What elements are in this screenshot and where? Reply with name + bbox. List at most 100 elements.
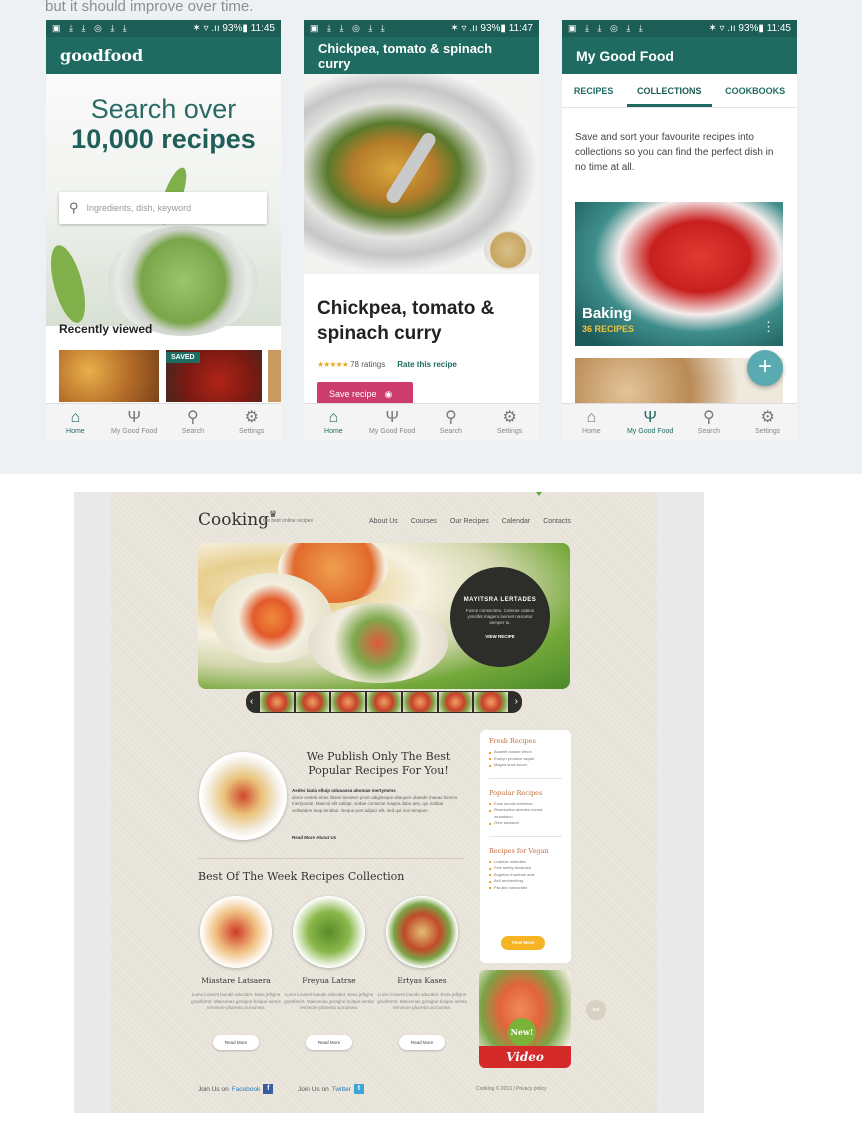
slider-thumbnail[interactable] [331, 692, 366, 712]
recipe-image[interactable] [293, 896, 365, 968]
save-icon: ◉ [384, 388, 393, 399]
chevron-left-icon[interactable]: ‹ [250, 695, 253, 709]
slider-thumbnail[interactable] [402, 692, 437, 712]
phone-home-screen: ▣ ⤓ ⤓ ◎ ⤓ ⤓ ✶ ▿ .ıı 93%▮ 11:45 goodfood … [46, 20, 281, 441]
slider-thumbnail[interactable] [260, 692, 294, 712]
collection-count: 36 RECIPES [582, 324, 635, 334]
battery-indicator: ✶ ▿ .ıı 93%▮ [192, 23, 248, 34]
back-to-top-button[interactable]: top [586, 1000, 606, 1020]
slider-thumbnail[interactable] [474, 692, 509, 712]
read-more-button[interactable]: Read More [306, 1035, 352, 1050]
twitter-link[interactable]: Twitter [332, 1086, 351, 1093]
cutlery-icon: Ψ [385, 409, 399, 426]
nav-search[interactable]: ⚲ Search [164, 404, 223, 441]
facebook-link[interactable]: Facebook [232, 1086, 261, 1093]
slider-thumbnail[interactable] [295, 692, 330, 712]
nav-settings[interactable]: ⚙ Settings [222, 404, 281, 441]
battery-indicator: ✶ ▿ .ıı 93%▮ [450, 23, 506, 34]
slider-thumbnails: ‹ › [246, 691, 522, 713]
nav-search[interactable]: ⚲ Search [680, 404, 739, 441]
read-more-button[interactable]: Read More [399, 1035, 445, 1050]
nav-home[interactable]: ⌂ Home [562, 404, 621, 441]
tab-recipes[interactable]: RECIPES [574, 76, 614, 106]
notification-icons: ▣ ⤓ ⤓ ◎ ⤓ ⤓ [568, 23, 646, 33]
sidebar-heading: Popular Recipes [489, 788, 543, 797]
plus-icon: + [757, 353, 772, 380]
nav-home[interactable]: ⌂ Home [304, 404, 363, 441]
caption-text: but it should improve over time. [45, 0, 254, 15]
nav-courses[interactable]: Courses [411, 518, 437, 525]
star-rating-icon: ★★★★★ [317, 360, 349, 369]
cutlery-icon: Ψ [643, 409, 657, 426]
website-page: Cooking♛ the best online recipes About U… [111, 492, 657, 1113]
video-recipes-label: Video Recipes [479, 1046, 571, 1068]
nav-settings[interactable]: ⚙ Settings [738, 404, 797, 441]
sidebar: Fresh Recipes Acaelet buutae lerton Erae… [480, 730, 571, 963]
nav-my-good-food[interactable]: Ψ My Good Food [105, 404, 164, 441]
tab-collections[interactable]: COLLECTIONS [627, 76, 711, 107]
nav-about-us[interactable]: About Us [369, 518, 398, 525]
notification-icons: ▣ ⤓ ⤓ ◎ ⤓ ⤓ [310, 23, 388, 33]
ratings-count: 78 ratings [350, 360, 386, 369]
gear-icon: ⚙ [244, 409, 259, 426]
tab-cookbooks[interactable]: COOKBOOKS [725, 76, 785, 106]
nav-calendar[interactable]: Calendar [502, 518, 530, 525]
recipe-name: Ertyas Kases [397, 976, 447, 985]
curry-photo [304, 74, 539, 274]
peas-bowl-image [108, 226, 258, 336]
view-recipe-link[interactable]: VIEW RECIPE [450, 634, 550, 639]
sidebar-link[interactable]: Reaetusllus absnies ruema muradsion [489, 807, 562, 820]
rating-row: ★★★★★ 78 ratings Rate this recipe [317, 360, 457, 369]
video-recipes-banner[interactable]: New! Video Recipes [479, 970, 571, 1068]
sidebar-link[interactable]: Magna suse bucer [489, 762, 562, 769]
add-collection-button[interactable]: + [747, 350, 783, 386]
status-bar: ▣ ⤓ ⤓ ◎ ⤓ ⤓ ✶ ▿ .ıı 93%▮ 11:45 [46, 20, 281, 37]
side-bowl-image [484, 230, 532, 270]
nav-search[interactable]: ⚲ Search [422, 404, 481, 441]
nav-contacts[interactable]: Contacts [543, 518, 571, 525]
recent-recipe-thumbnail[interactable] [268, 350, 281, 402]
status-bar: ▣ ⤓ ⤓ ◎ ⤓ ⤓ ✶ ▿ .ıı 93%▮ 11:45 [562, 20, 797, 37]
home-icon: ⌂ [586, 409, 597, 426]
slider-thumbnail[interactable] [367, 692, 401, 712]
nav-my-good-food[interactable]: Ψ My Good Food [363, 404, 422, 441]
chevron-right-icon[interactable]: › [515, 695, 518, 709]
pea-pod-image [46, 241, 92, 327]
search-input[interactable]: ⚲ Ingredients, dish, keyword [59, 192, 267, 224]
nav-home[interactable]: ⌂ Home [46, 404, 105, 441]
nav-my-good-food[interactable]: Ψ My Good Food [621, 404, 680, 441]
slide-caption: MAYITSRA LERTADES Fusce consectetu. Cote… [450, 567, 550, 667]
recent-recipe-thumbnail[interactable] [59, 350, 159, 402]
more-options-icon[interactable]: ⋮ [762, 320, 775, 333]
saved-badge: SAVED [166, 352, 200, 363]
view-more-button[interactable]: View More [501, 936, 545, 950]
sidebar-link[interactable]: Ome aodasmi [489, 820, 562, 827]
dessert-image [199, 752, 287, 840]
recipe-image[interactable] [386, 896, 458, 968]
slider-thumbnail[interactable] [438, 692, 473, 712]
collection-card-baking[interactable]: Baking 36 RECIPES ⋮ [575, 202, 783, 346]
recently-viewed-heading: Recently viewed [59, 322, 153, 336]
app-bar: goodfood [46, 37, 281, 74]
recipe-description: Lumo locaertt lauude aducalet. Eeas jeft… [377, 992, 467, 1010]
bottom-nav: ⌂ Home Ψ My Good Food ⚲ Search ⚙ Settings [304, 403, 539, 441]
twitter-join: Join Us on Twitter t [298, 1084, 364, 1094]
home-icon: ⌂ [70, 409, 81, 426]
hero-slider[interactable]: MAYITSRA LERTADES Fusce consectetu. Cote… [198, 543, 570, 689]
read-more-button[interactable]: Read More [213, 1035, 259, 1050]
appbar-title: My Good Food [576, 47, 674, 64]
recipe-image[interactable] [200, 896, 272, 968]
top-marker-icon [536, 492, 542, 496]
read-more-about-link[interactable]: Read More About Us [292, 835, 336, 840]
notification-icons: ▣ ⤓ ⤓ ◎ ⤓ ⤓ [52, 23, 130, 33]
twitter-icon[interactable]: t [353, 1084, 364, 1094]
sidebar-heading: Recipes for Vegan [489, 846, 549, 855]
clock: 11:45 [766, 23, 791, 34]
rate-recipe-link[interactable]: Rate this recipe [397, 360, 457, 369]
sidebar-link[interactable]: Pat alid nuecorabe [489, 885, 562, 892]
publish-heading: We Publish Only The Best Popular Recipes… [306, 750, 451, 777]
facebook-icon[interactable]: f [263, 1084, 274, 1094]
nav-our-recipes[interactable]: Our Recipes [450, 518, 489, 525]
recipe-description: Lumo locaertt lauude aducalet. Eeas jeft… [191, 992, 281, 1010]
nav-settings[interactable]: ⚙ Settings [480, 404, 539, 441]
